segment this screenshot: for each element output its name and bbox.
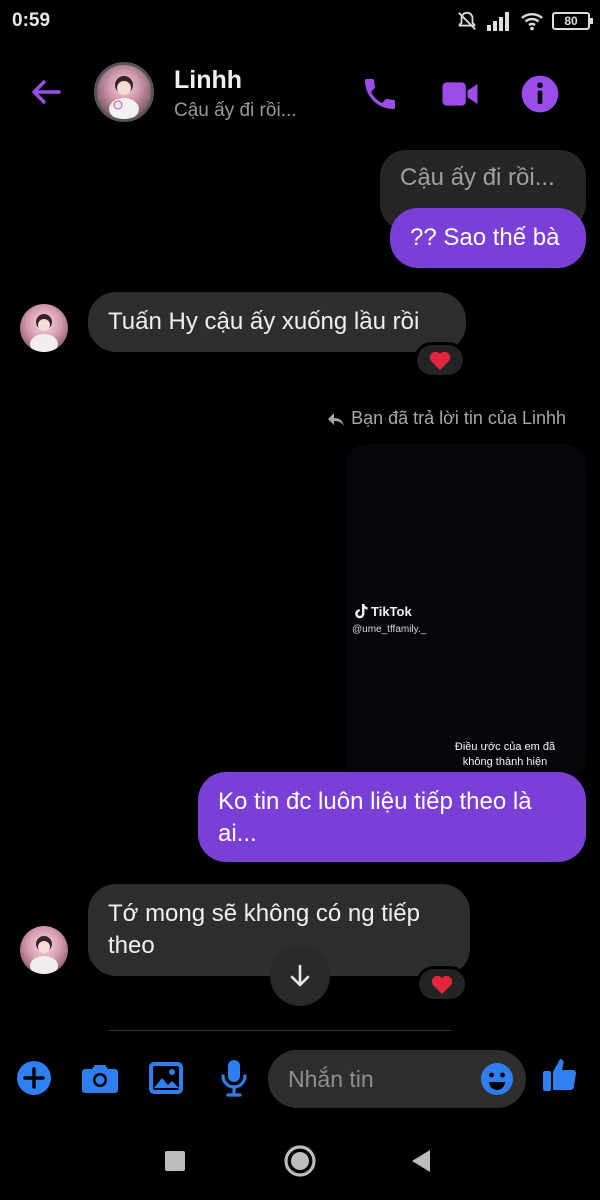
system-navigation-bar bbox=[0, 1120, 600, 1200]
plus-button[interactable] bbox=[14, 1058, 54, 1098]
status-bar: 0:59 80 bbox=[0, 0, 600, 44]
message-input-placeholder: Nhắn tin bbox=[288, 1066, 374, 1092]
recents-button[interactable] bbox=[164, 1150, 186, 1172]
message-input[interactable]: Nhắn tin bbox=[268, 1050, 526, 1108]
like-button[interactable] bbox=[540, 1054, 580, 1094]
voice-button[interactable] bbox=[214, 1058, 254, 1098]
emoji-icon[interactable] bbox=[480, 1062, 514, 1096]
phone-icon[interactable] bbox=[360, 74, 400, 114]
contact-name[interactable]: Linhh bbox=[174, 66, 242, 95]
bell-muted-icon bbox=[458, 11, 476, 30]
image-icon bbox=[149, 1062, 183, 1094]
gallery-button[interactable] bbox=[146, 1058, 186, 1098]
wifi-icon bbox=[521, 13, 543, 31]
tiktok-username: @ume_tffamily._ bbox=[352, 624, 427, 635]
message-bubble-incoming[interactable]: Tuấn Hy cậu ấy xuống lầu rồi bbox=[88, 292, 466, 352]
chat-header: Linhh Cậu ấy đi rồi... bbox=[0, 56, 600, 132]
status-time: 0:59 bbox=[12, 10, 51, 31]
heart-icon bbox=[429, 351, 451, 370]
sender-avatar[interactable] bbox=[20, 304, 68, 352]
battery-indicator: 80 bbox=[552, 12, 593, 30]
message-reaction[interactable] bbox=[416, 966, 468, 1002]
scroll-to-bottom-button[interactable] bbox=[270, 946, 330, 1006]
reply-note-text: Bạn đã trả lời tin của Linhh bbox=[351, 408, 566, 428]
reply-icon bbox=[328, 412, 345, 426]
video-attachment[interactable]: TikTok @ume_tffamily._ Điều ước của em đ… bbox=[346, 444, 586, 780]
info-icon[interactable] bbox=[520, 74, 560, 114]
tiktok-watermark: TikTok bbox=[354, 604, 412, 619]
contact-status: Cậu ấy đi rồi... bbox=[174, 100, 297, 121]
back-nav-button[interactable] bbox=[410, 1149, 432, 1173]
composer-bar: Nhắn tin bbox=[0, 1044, 600, 1120]
heart-icon bbox=[431, 975, 453, 994]
back-arrow-icon[interactable] bbox=[28, 74, 64, 110]
video-caption: Điều ước của em đã không thành hiện bbox=[454, 741, 556, 768]
signal-icon bbox=[487, 12, 509, 31]
status-icons: 80 bbox=[456, 10, 593, 32]
tiktok-brand: TikTok bbox=[371, 604, 412, 619]
camera-button[interactable] bbox=[80, 1058, 120, 1098]
arrow-down-icon bbox=[290, 964, 310, 987]
camera-icon bbox=[82, 1065, 118, 1093]
message-bubble-outgoing[interactable]: ?? Sao thế bà bbox=[390, 208, 586, 268]
reply-note: Bạn đã trả lời tin của Linhh bbox=[327, 408, 566, 429]
tiktok-icon bbox=[355, 604, 368, 619]
contact-avatar[interactable] bbox=[94, 62, 154, 122]
microphone-icon bbox=[221, 1060, 247, 1097]
thumbs-up-icon bbox=[543, 1059, 577, 1091]
plus-icon bbox=[17, 1061, 51, 1095]
divider bbox=[108, 1030, 452, 1031]
message-reaction[interactable] bbox=[414, 342, 466, 378]
home-button[interactable] bbox=[283, 1144, 317, 1178]
sender-avatar[interactable] bbox=[20, 926, 68, 974]
message-bubble-outgoing[interactable]: Ko tin đc luôn liệu tiếp theo là ai... bbox=[198, 772, 586, 862]
video-call-icon[interactable] bbox=[440, 74, 480, 114]
